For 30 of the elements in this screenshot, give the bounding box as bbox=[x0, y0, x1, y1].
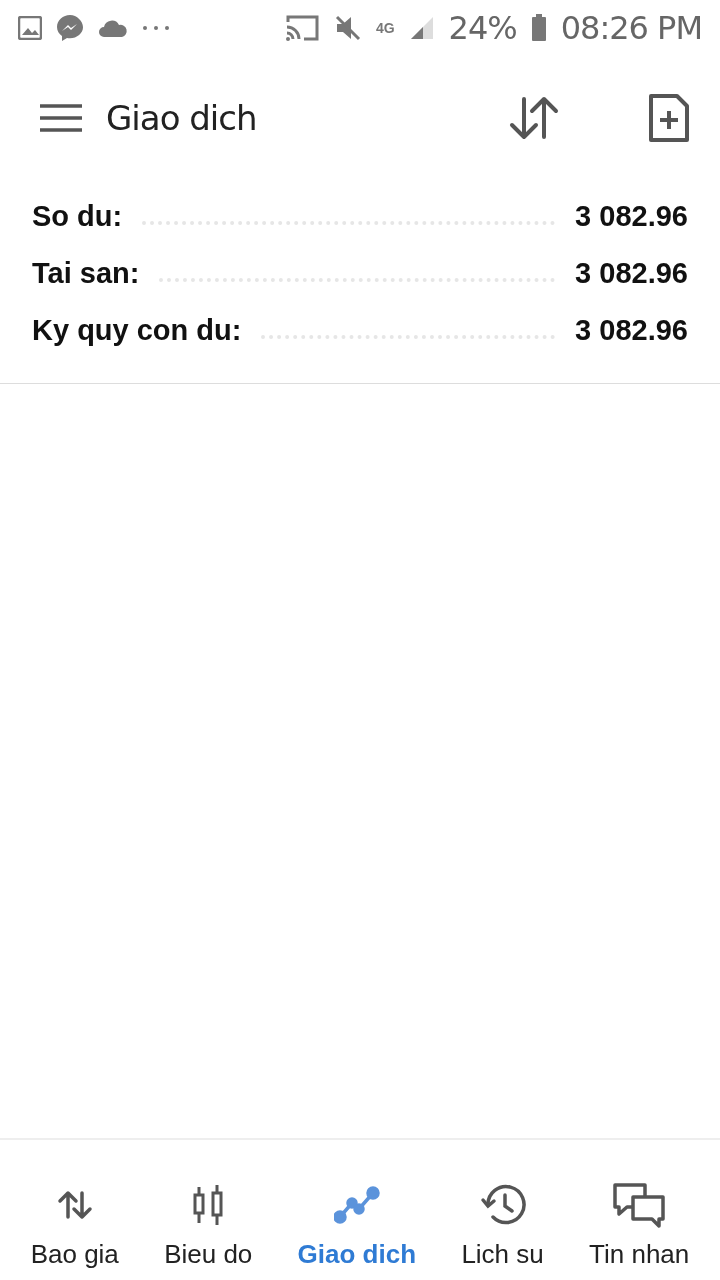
summary-label: Ky quy con du: bbox=[32, 314, 242, 348]
network-type: 4G bbox=[375, 21, 395, 35]
nav-tab[interactable]: Bao gia bbox=[26, 1140, 123, 1280]
menu-button[interactable] bbox=[40, 104, 82, 132]
more-icon bbox=[142, 25, 170, 31]
nav-tab[interactable]: Giao dich bbox=[293, 1140, 421, 1280]
sort-button[interactable] bbox=[508, 95, 560, 141]
cloud-icon bbox=[98, 18, 128, 38]
add-document-icon bbox=[648, 93, 690, 143]
summary-value: 3 082.96 bbox=[575, 200, 688, 234]
summary-label: So du: bbox=[32, 200, 123, 234]
nav-tab[interactable]: Tin nhan bbox=[585, 1140, 694, 1280]
summary-label: Tai san: bbox=[32, 257, 140, 291]
summary-value: 3 082.96 bbox=[575, 257, 688, 291]
cast-icon bbox=[283, 14, 320, 42]
battery-percent: 24% bbox=[448, 9, 517, 47]
sort-arrows-icon bbox=[508, 95, 560, 141]
nav-tab[interactable]: Bieu do bbox=[160, 1140, 257, 1280]
image-icon bbox=[18, 16, 42, 40]
battery-icon bbox=[530, 14, 547, 42]
nav-tab[interactable]: Lich su bbox=[457, 1140, 548, 1280]
mute-icon bbox=[333, 14, 362, 42]
history-icon bbox=[479, 1183, 526, 1227]
new-order-button[interactable] bbox=[648, 93, 690, 143]
clock: 08:26 PM bbox=[560, 9, 702, 47]
menu-icon bbox=[40, 104, 82, 132]
messenger-icon bbox=[56, 14, 84, 42]
summary-value: 3 082.96 bbox=[575, 314, 688, 348]
line-chart-icon bbox=[333, 1185, 380, 1225]
app-title: Giao dich bbox=[106, 98, 257, 138]
